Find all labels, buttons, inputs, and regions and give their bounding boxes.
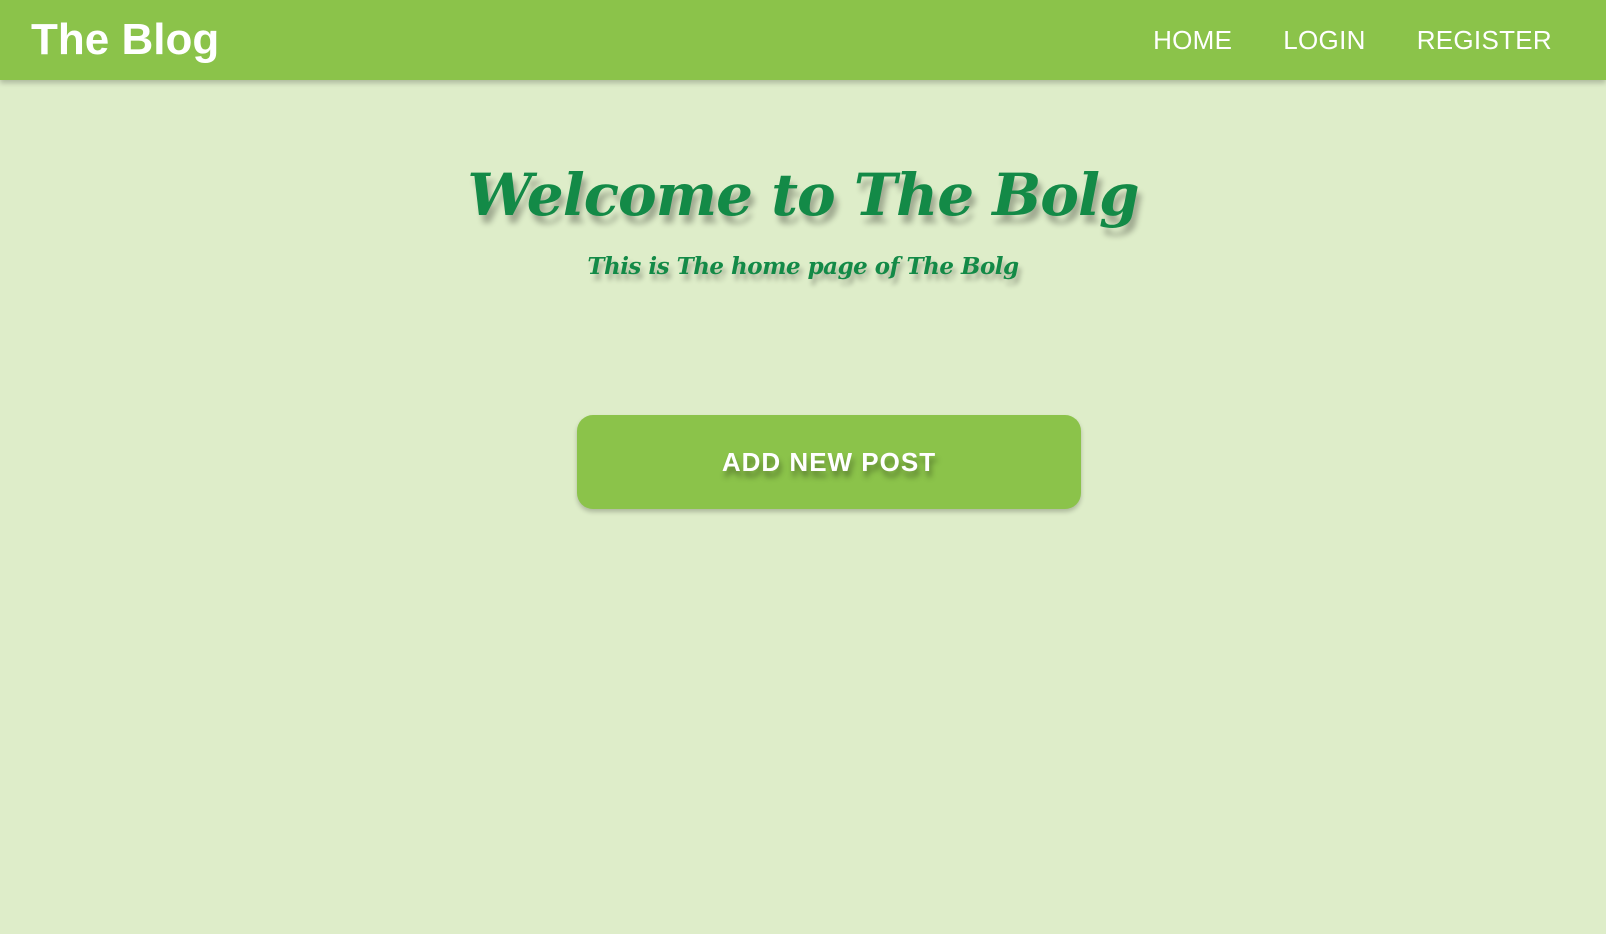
- nav-links: HOME LOGIN REGISTER: [1102, 0, 1552, 80]
- page-title: Welcome to The Bolg: [467, 161, 1139, 229]
- nav-link-register[interactable]: REGISTER: [1417, 25, 1552, 56]
- page-subtitle: This is The home page of The Bolg: [587, 253, 1019, 280]
- add-new-post-button[interactable]: ADD NEW POST: [577, 415, 1081, 509]
- nav-link-login[interactable]: LOGIN: [1283, 25, 1365, 56]
- brand-logo-link[interactable]: The Blog: [31, 15, 219, 65]
- nav-link-home[interactable]: HOME: [1153, 25, 1232, 56]
- top-navbar: The Blog HOME LOGIN REGISTER: [0, 0, 1606, 80]
